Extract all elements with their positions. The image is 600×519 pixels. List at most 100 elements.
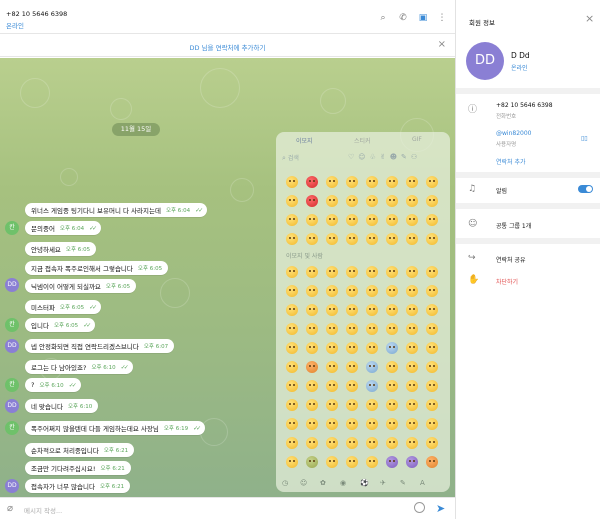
- message-text: 넵 안정화되면 직접 연락드리겠스브니다: [31, 343, 139, 351]
- message-bubble[interactable]: 닉넴이이 어떻게 되실까요 오후 6:05: [25, 279, 137, 293]
- message-bubble[interactable]: 위너스 게임중 팅기다니 보유머니 다 사라지는데 오후 6:04 ✓✓: [25, 203, 208, 217]
- message-time: 오후 6:10: [67, 404, 93, 410]
- message-bubble[interactable]: 넵 안정화되면 직접 연락드리겠스브니다 오후 6:07: [25, 339, 175, 353]
- message-text: 문의중어: [31, 225, 55, 233]
- attach-icon[interactable]: ⌀: [7, 503, 13, 514]
- emoji-button-icon[interactable]: [414, 502, 425, 513]
- avatar[interactable]: 칸: [5, 378, 19, 392]
- username-label: 사용자명: [496, 142, 517, 148]
- message-bubble[interactable]: 접속자가 너무 많습니다 오후 6:21: [25, 479, 131, 493]
- message-time: 오후 6:10: [39, 383, 64, 389]
- add-contact-banner[interactable]: DD 님을 연락처에 추가하기 ×: [0, 35, 455, 57]
- activity-category-icon[interactable]: ⚽: [360, 479, 369, 487]
- message-bubble[interactable]: 조금만 기다려주십시요! 오후 6:21: [25, 461, 131, 475]
- message-time: 오후 6:05: [65, 247, 91, 253]
- tab-emoji[interactable]: 이모지: [296, 136, 313, 145]
- message-text: 로그는 다 남아있죠?: [31, 364, 87, 372]
- contact-status: 온라인: [6, 22, 24, 30]
- contact-name[interactable]: +82 10 5646 6398: [6, 10, 67, 18]
- message-input-bar: ⌀ 메시지 작성... ➤: [0, 497, 455, 519]
- emoji-category-bar: ◷ ☺ ✿ ◉ ⚽ ✈ ✎ A: [276, 476, 450, 492]
- send-icon[interactable]: ➤: [436, 502, 445, 515]
- tab-gif[interactable]: GIF: [412, 136, 422, 143]
- date-chip: 11월 15일: [112, 123, 160, 136]
- avatar[interactable]: DD: [5, 399, 19, 413]
- message-bubble[interactable]: 입니다 오후 6:05 ✓✓: [25, 318, 96, 332]
- phone-number[interactable]: +82 10 5646 6398: [496, 102, 553, 109]
- share-icon: ↪: [468, 253, 476, 263]
- read-check-icon: ✓✓: [89, 224, 97, 232]
- close-icon[interactable]: ×: [585, 12, 594, 25]
- object-category-icon[interactable]: ✎: [400, 479, 406, 487]
- message-bubble[interactable]: 폭주어쩌지 많을텐데 다들 게임하는데요 사장님 오후 6:19 ✓✓: [25, 421, 206, 435]
- common-groups-item[interactable]: 공통 그룹 1개: [496, 221, 531, 230]
- message-time: 오후 6:21: [103, 448, 129, 454]
- message-bubble[interactable]: 순차적으로 처리중입니다 오후 6:21: [25, 443, 135, 457]
- notifications-label: 알림: [496, 188, 508, 195]
- bell-icon: ♫: [468, 184, 477, 194]
- message-text: 미스터파: [31, 304, 55, 312]
- avatar[interactable]: DD: [5, 479, 19, 493]
- chat-area: +82 10 5646 6398 온라인 ⌕ ✆ ▣ ⋮ DD 님을 연락처에 …: [0, 0, 455, 519]
- message-time: 오후 6:04: [59, 226, 85, 232]
- message-text: 지금 접속자 폭주로인해서 그렇습니다: [31, 265, 133, 273]
- close-icon[interactable]: ×: [438, 40, 446, 50]
- block-item[interactable]: 차단하기: [496, 277, 518, 286]
- read-check-icon: ✓✓: [68, 381, 77, 389]
- read-check-icon: ✓✓: [89, 303, 97, 311]
- message-bubble[interactable]: ? 오후 6:10 ✓✓: [25, 378, 81, 392]
- notifications-toggle[interactable]: [578, 185, 593, 193]
- message-bubble[interactable]: 네 맞습니다 오후 6:10: [25, 399, 99, 413]
- message-time: 오후 6:19: [163, 426, 189, 432]
- tab-stickers[interactable]: 스티커: [354, 136, 371, 145]
- avatar[interactable]: DD: [5, 339, 19, 353]
- avatar[interactable]: 칸: [5, 421, 19, 435]
- message-text: 조금만 기다려주십시요!: [31, 465, 96, 473]
- smile-category-icon[interactable]: ☺: [300, 479, 307, 487]
- add-contact-banner-text[interactable]: DD 님을 연락처에 추가하기: [0, 42, 455, 52]
- avatar[interactable]: DD: [5, 278, 19, 292]
- message-input[interactable]: 메시지 작성...: [24, 505, 62, 515]
- message-text: 입니다: [31, 322, 49, 330]
- message-bubble[interactable]: 문의중어 오후 6:04 ✓✓: [25, 221, 102, 235]
- message-time: 오후 6:07: [143, 344, 169, 350]
- message-bubble[interactable]: 로그는 다 남아있죠? 오후 6:10 ✓✓: [25, 360, 133, 374]
- message-time: 오후 6:05: [59, 305, 85, 311]
- message-bubble[interactable]: 안녕하세요 오후 6:05: [25, 242, 97, 256]
- message-text: 폭주어쩌지 많을텐데 다들 게임하는데요 사장님: [31, 425, 159, 433]
- emoji-section-title: 이모지 및 사람: [286, 253, 323, 260]
- username[interactable]: @win82000: [496, 130, 531, 137]
- avatar[interactable]: 칸: [5, 318, 19, 332]
- emoji-category-icons[interactable]: ♡☺♧✌☻✎⚇: [348, 153, 421, 161]
- sidebar-toggle-icon[interactable]: ▣: [418, 13, 428, 23]
- animal-category-icon[interactable]: ✿: [320, 479, 326, 487]
- panel-title: 회원 정보: [469, 19, 495, 27]
- group-icon: ☺: [468, 219, 478, 229]
- qr-code-icon[interactable]: ▯▯: [581, 135, 588, 142]
- emoji-search-input[interactable]: ⌕ 검색: [282, 153, 342, 163]
- message-time: 오후 6:21: [100, 466, 125, 472]
- emoji-grid-recent: [282, 172, 444, 248]
- telegram-window: +82 10 5646 6398 온라인 ⌕ ✆ ▣ ⋮ DD 님을 연락처에 …: [0, 0, 600, 519]
- emoji-panel-tabs: 이모지 스티커 GIF: [276, 132, 450, 148]
- message-bubble[interactable]: 지금 접속자 폭주로인해서 그렇습니다 오후 6:05: [25, 261, 169, 275]
- clock-icon[interactable]: ◷: [282, 479, 288, 487]
- info-icon: ⓘ: [468, 105, 478, 115]
- search-icon[interactable]: ⌕: [378, 13, 388, 23]
- symbol-category-icon[interactable]: A: [420, 479, 425, 487]
- phone-icon[interactable]: ✆: [398, 13, 408, 23]
- message-text: 접속자가 너무 많습니다: [31, 483, 95, 491]
- travel-category-icon[interactable]: ✈: [380, 479, 386, 487]
- message-time: 오후 6:10: [91, 365, 116, 371]
- avatar[interactable]: DD: [466, 42, 504, 80]
- more-icon[interactable]: ⋮: [437, 13, 447, 23]
- message-bubble[interactable]: 미스터파 오후 6:05 ✓✓: [25, 300, 102, 314]
- divider: [456, 203, 600, 209]
- add-contact-link[interactable]: 연락처 추가: [496, 157, 526, 166]
- avatar[interactable]: 칸: [5, 221, 19, 235]
- message-time: 오후 6:05: [137, 266, 163, 272]
- share-contact-item[interactable]: 연락처 공유: [496, 255, 526, 264]
- message-text: ?: [31, 381, 35, 389]
- food-category-icon[interactable]: ◉: [340, 479, 346, 487]
- chat-header: +82 10 5646 6398 온라인 ⌕ ✆ ▣ ⋮: [0, 0, 455, 34]
